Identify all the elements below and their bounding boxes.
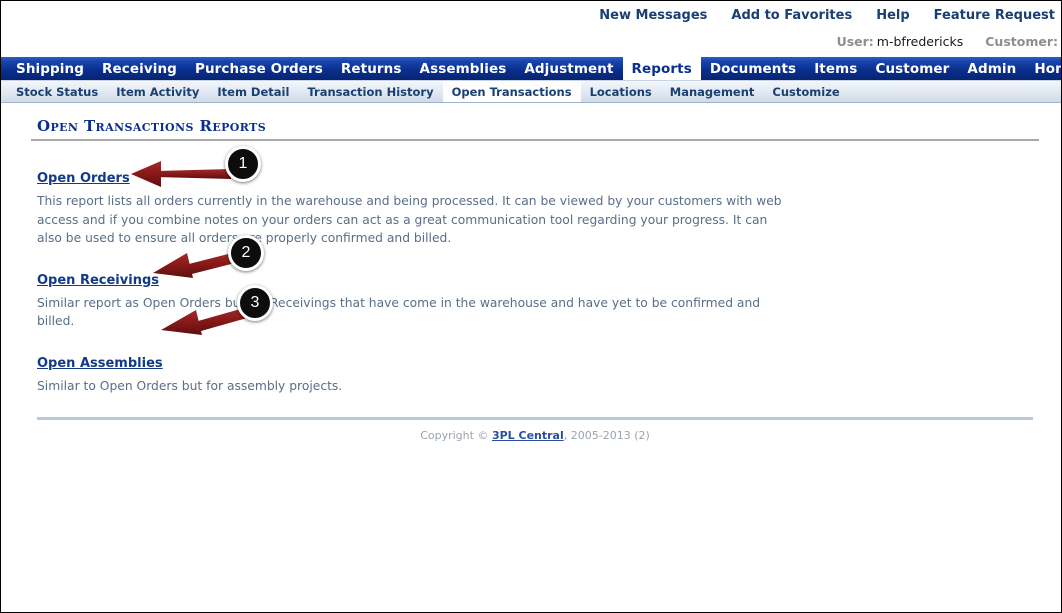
nav-item-home[interactable]: Home bbox=[1025, 57, 1061, 80]
report-entry-open-assemblies: Open Assemblies Similar to Open Orders b… bbox=[31, 352, 1039, 396]
report-link-open-assemblies[interactable]: Open Assemblies bbox=[31, 356, 163, 371]
nav-item-items[interactable]: Items bbox=[805, 57, 866, 80]
subnav-item-locations[interactable]: Locations bbox=[581, 81, 661, 102]
footer-copyright: Copyright © 3PL Central, 2005-2013 (2) bbox=[31, 429, 1039, 442]
report-link-open-orders[interactable]: Open Orders bbox=[31, 171, 130, 186]
report-link-open-receivings[interactable]: Open Receivings bbox=[31, 273, 159, 288]
nav-item-documents[interactable]: Documents bbox=[701, 57, 805, 80]
top-link-feature-request[interactable]: Feature Request bbox=[934, 8, 1055, 23]
report-entry-open-orders: Open Orders This report lists all orders… bbox=[31, 167, 1039, 248]
top-link-help[interactable]: Help bbox=[876, 8, 909, 23]
nav-item-shipping[interactable]: Shipping bbox=[7, 57, 93, 80]
copyright-prefix: Copyright © bbox=[420, 429, 489, 442]
footer-divider bbox=[37, 417, 1033, 420]
subnav-item-stock-status[interactable]: Stock Status bbox=[7, 81, 107, 102]
customer-label: Customer: bbox=[985, 33, 1058, 49]
report-description-open-receivings: Similar report as Open Orders but for Re… bbox=[37, 295, 761, 329]
report-description-open-orders: This report lists all orders currently i… bbox=[37, 194, 782, 245]
top-link-add-to-favorites[interactable]: Add to Favorites bbox=[731, 8, 852, 23]
nav-item-receiving[interactable]: Receiving bbox=[93, 57, 186, 80]
report-entry-open-receivings: Open Receivings Similar report as Open O… bbox=[31, 269, 1039, 331]
user-label: User: bbox=[836, 33, 874, 49]
nav-item-assemblies[interactable]: Assemblies bbox=[411, 57, 516, 80]
nav-item-returns[interactable]: Returns bbox=[332, 57, 411, 80]
footer-link-3pl-central[interactable]: 3PL Central bbox=[492, 429, 564, 442]
user-value: m-bfredericks bbox=[876, 33, 964, 49]
top-utility-links: New Messages Add to Favorites Help Featu… bbox=[1, 1, 1061, 29]
main-navigation-bar: Shipping Receiving Purchase Orders Retur… bbox=[1, 57, 1061, 81]
top-link-new-messages[interactable]: New Messages bbox=[599, 8, 707, 23]
sub-navigation-bar: Stock Status Item Activity Item Detail T… bbox=[1, 81, 1061, 103]
main-content: Open Transactions Reports Open Orders Th… bbox=[1, 103, 1061, 442]
subnav-item-management[interactable]: Management bbox=[661, 81, 764, 102]
user-info-strip: User: m-bfredericks Customer: bbox=[1, 29, 1061, 57]
subnav-item-item-detail[interactable]: Item Detail bbox=[208, 81, 298, 102]
callout-badge-1: 1 bbox=[225, 146, 261, 182]
subnav-item-open-transactions[interactable]: Open Transactions bbox=[442, 81, 581, 102]
title-divider bbox=[31, 139, 1039, 141]
report-description-open-assemblies: Similar to Open Orders but for assembly … bbox=[37, 378, 343, 393]
nav-item-customer[interactable]: Customer bbox=[866, 57, 958, 80]
callout-badge-2: 2 bbox=[228, 235, 264, 271]
nav-item-admin[interactable]: Admin bbox=[958, 57, 1025, 80]
callout-badge-3: 3 bbox=[237, 285, 273, 321]
nav-item-adjustment[interactable]: Adjustment bbox=[515, 57, 622, 80]
application-window: New Messages Add to Favorites Help Featu… bbox=[0, 0, 1062, 613]
subnav-item-customize[interactable]: Customize bbox=[763, 81, 848, 102]
subnav-item-transaction-history[interactable]: Transaction History bbox=[298, 81, 442, 102]
copyright-suffix: , 2005-2013 (2) bbox=[563, 429, 650, 442]
customer-info: Customer: bbox=[985, 34, 1061, 49]
subnav-item-item-activity[interactable]: Item Activity bbox=[107, 81, 208, 102]
nav-item-purchase-orders[interactable]: Purchase Orders bbox=[186, 57, 332, 80]
user-info: User: m-bfredericks bbox=[837, 34, 964, 49]
nav-item-reports[interactable]: Reports bbox=[622, 57, 701, 80]
page-title: Open Transactions Reports bbox=[37, 117, 267, 135]
